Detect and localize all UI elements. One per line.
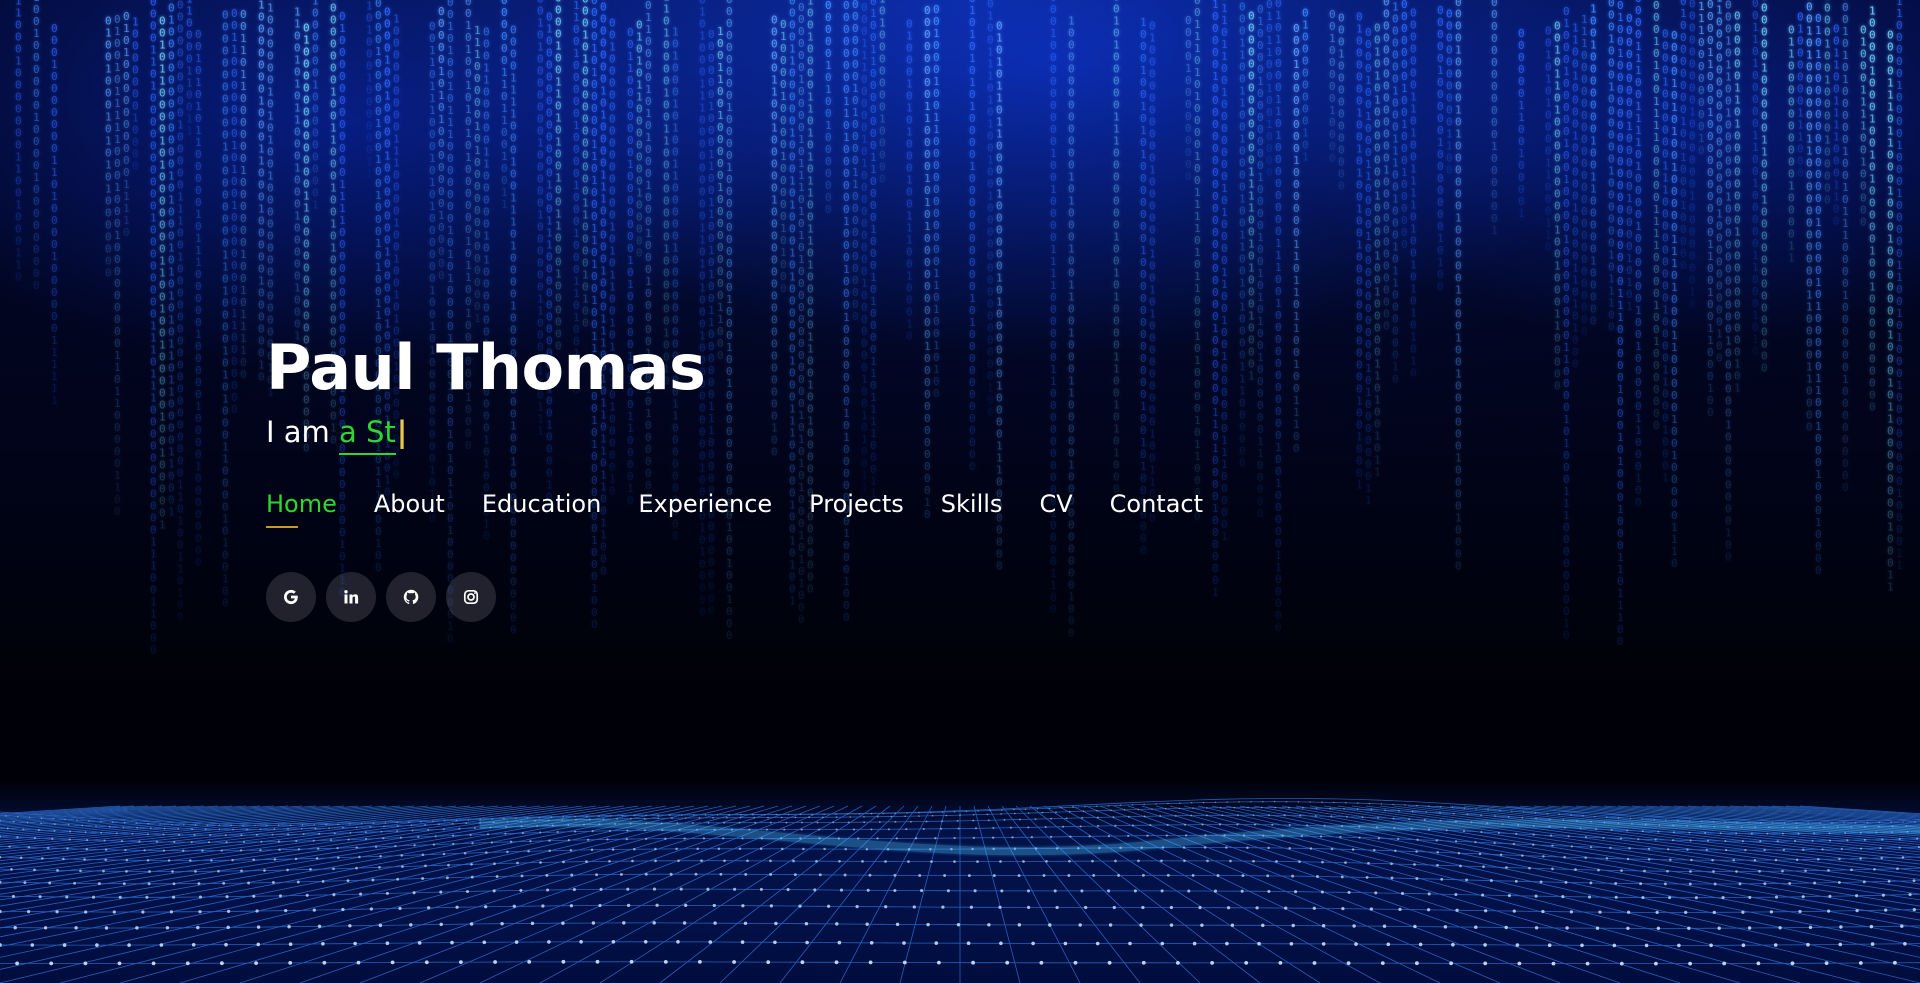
typed-text: a St — [339, 415, 396, 455]
linkedin-link-button[interactable] — [326, 572, 376, 622]
github-link-button[interactable] — [386, 572, 436, 622]
nav-link-about[interactable]: About — [374, 488, 445, 526]
hero-name: Paul Thomas — [266, 330, 1366, 406]
typed-tagline: I am a St| — [266, 410, 1366, 455]
google-icon — [283, 589, 298, 605]
github-icon — [403, 589, 419, 605]
hero-section: 0110001000000011001000110010010000001000… — [0, 0, 1920, 983]
main-nav: Home About Education Experience Projects… — [266, 488, 1366, 528]
instagram-link-button[interactable] — [446, 572, 496, 622]
nav-link-skills[interactable]: Skills — [941, 488, 1003, 526]
nav-link-home[interactable]: Home — [266, 488, 337, 528]
nav-link-cv[interactable]: CV — [1039, 488, 1072, 526]
nav-link-projects[interactable]: Projects — [809, 488, 904, 526]
nav-link-contact[interactable]: Contact — [1110, 488, 1203, 526]
nav-link-education[interactable]: Education — [482, 488, 601, 526]
nav-link-experience[interactable]: Experience — [638, 488, 772, 526]
google-link-button[interactable] — [266, 572, 316, 622]
social-links — [266, 572, 1366, 622]
typed-prefix: I am — [266, 415, 339, 449]
hero-content: Paul Thomas I am a St| Home About Educat… — [266, 330, 1366, 622]
linkedin-icon — [344, 590, 359, 604]
typed-cursor: | — [397, 415, 408, 449]
instagram-icon — [463, 589, 479, 605]
